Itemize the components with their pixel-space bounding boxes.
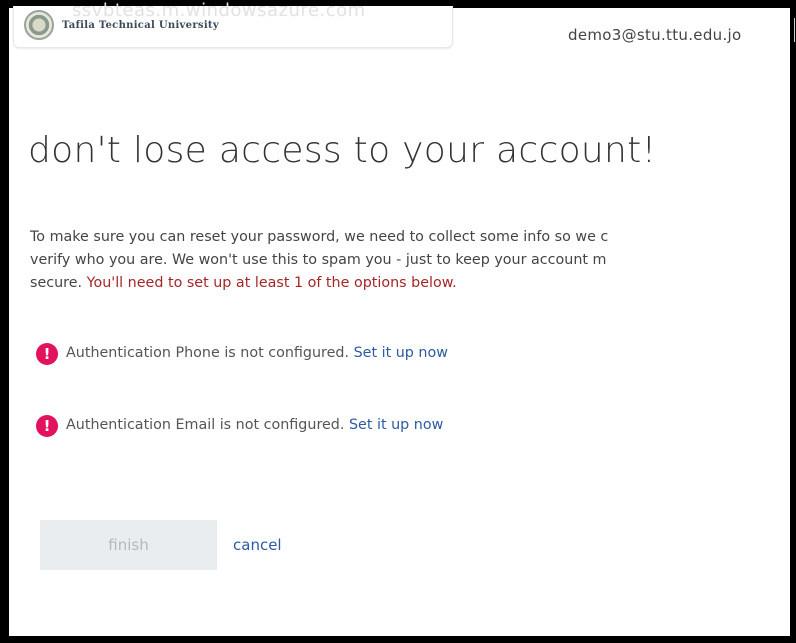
intro-last-prefix: secure. <box>30 275 87 291</box>
cancel-link[interactable]: cancel <box>233 536 282 554</box>
email-status-text: Authentication Email is not configured. <box>66 417 345 433</box>
frame-bottom <box>0 636 796 643</box>
ghost-url-text: ssvbteas.m.windowsazure.com <box>72 0 366 21</box>
intro-line: verify who you are. We won't use this to… <box>30 252 607 268</box>
setup-email-link[interactable]: Set it up now <box>349 417 443 433</box>
header-divider <box>794 18 795 42</box>
alert-icon: ! <box>36 343 58 365</box>
setup-phone-link[interactable]: Set it up now <box>354 345 448 361</box>
header: ssvbteas.m.windowsazure.com Tafila Techn… <box>9 0 795 78</box>
frame-right <box>790 0 796 643</box>
phone-status-text: Authentication Phone is not configured. <box>66 345 350 361</box>
university-seal-icon <box>24 10 54 40</box>
intro-line: To make sure you can reset your password… <box>30 229 609 245</box>
frame-left <box>0 0 9 643</box>
user-email[interactable]: demo3@stu.ttu.edu.jo <box>568 26 741 44</box>
email-method-row: ! Authentication Email is not configured.… <box>36 415 443 443</box>
phone-method-row: ! Authentication Phone is not configured.… <box>36 343 448 371</box>
intro-line-last: secure. You'll need to set up at least 1… <box>30 272 796 295</box>
intro-text: To make sure you can reset your password… <box>30 226 796 295</box>
intro-warning: You'll need to set up at least 1 of the … <box>86 275 457 291</box>
org-name: Tafila Technical University <box>62 20 219 31</box>
finish-button[interactable]: finish <box>40 520 217 570</box>
logo-panel: ssvbteas.m.windowsazure.com Tafila Techn… <box>13 0 453 48</box>
page-title: don't lose access to your account! <box>28 130 657 171</box>
alert-icon: ! <box>36 415 58 437</box>
